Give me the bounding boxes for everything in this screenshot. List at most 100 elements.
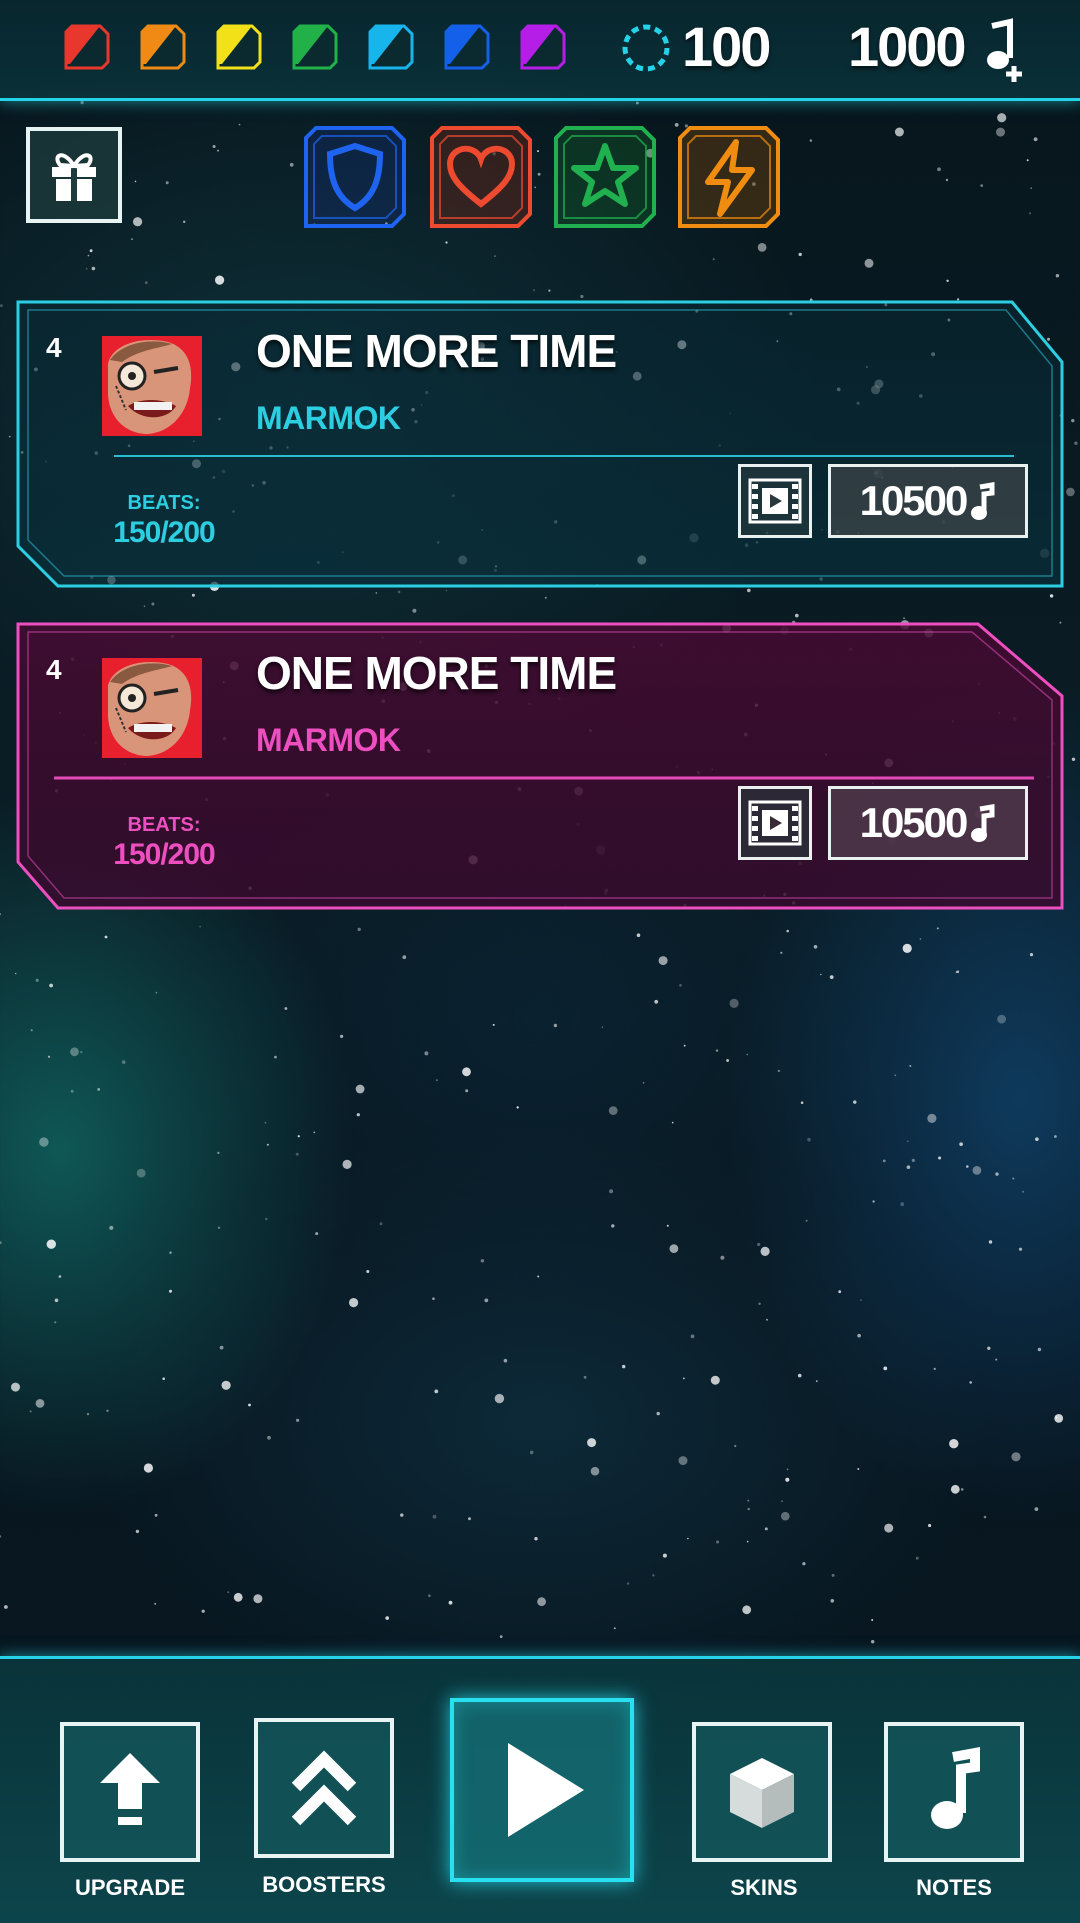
star-dot — [1055, 274, 1060, 278]
star-dot — [805, 1219, 808, 1222]
star-dot — [448, 1600, 453, 1605]
star-dot — [104, 935, 108, 939]
star-dot — [537, 1275, 540, 1278]
star-dot — [690, 1334, 695, 1339]
star-dot — [636, 933, 641, 937]
star-dot — [972, 1166, 982, 1175]
star-dot — [465, 1089, 469, 1093]
star-dot — [997, 1014, 1006, 1024]
music-note-icon — [931, 1747, 980, 1829]
star-dot — [590, 1466, 600, 1476]
star-dot — [1029, 953, 1034, 957]
star-dot — [800, 1101, 804, 1104]
heart-booster[interactable] — [428, 124, 534, 230]
boosters-button[interactable] — [254, 1718, 394, 1858]
notes-button[interactable] — [884, 1722, 1024, 1862]
watch-video-button[interactable] — [738, 786, 812, 860]
star-dot — [729, 998, 739, 1009]
red-gem-icon — [64, 24, 110, 70]
star-dot — [902, 943, 912, 954]
star-dot — [956, 970, 960, 973]
song-card[interactable]: 4 ONE MORE TIME MARMOK BEATS: 150/200 10… — [14, 298, 1066, 592]
energy-counter: 100 — [682, 15, 771, 78]
star-dot — [798, 252, 802, 257]
star-dot — [484, 1298, 489, 1303]
blue-gem-icon — [444, 24, 490, 70]
star-dot — [49, 983, 53, 988]
star-dot — [340, 1034, 344, 1038]
star-dot — [534, 1537, 538, 1541]
star-dot — [30, 1029, 33, 1032]
star-dot — [746, 1540, 749, 1543]
star-dot — [906, 1165, 911, 1169]
upgrade-label: UPGRADE — [74, 1875, 185, 1900]
star-dot — [468, 1517, 471, 1521]
star-dot — [1054, 1135, 1057, 1138]
star-dot — [757, 1242, 761, 1247]
star-dot — [342, 1159, 352, 1169]
star-dot — [786, 1468, 789, 1471]
star-dot — [746, 1053, 748, 1056]
star-dot — [626, 1582, 630, 1585]
cyan-gem-icon — [368, 24, 414, 70]
upgrade-button[interactable] — [60, 1722, 200, 1862]
star-dot — [199, 925, 202, 928]
star-dot — [882, 1159, 886, 1163]
star-dot — [900, 1202, 905, 1207]
star-dot — [716, 1540, 720, 1544]
star-dot — [654, 999, 659, 1004]
star-dot — [857, 1468, 860, 1470]
star-dot — [432, 1297, 435, 1300]
watch-video-button[interactable] — [738, 464, 812, 538]
star-booster[interactable] — [552, 124, 658, 230]
star-dot — [191, 593, 195, 597]
star-dot — [297, 1135, 300, 1138]
star-dot — [894, 127, 904, 137]
star-dot — [217, 1151, 220, 1154]
star-dot — [884, 1523, 894, 1533]
song-artist: MARMOK — [256, 400, 401, 436]
add-notes-icon[interactable] — [976, 18, 1024, 82]
upgrade-arrow-icon — [100, 1753, 160, 1825]
star-dot — [0, 304, 3, 307]
lightning-booster[interactable] — [676, 124, 782, 230]
shield-booster[interactable] — [302, 124, 408, 230]
star-dot — [29, 1410, 32, 1413]
star-dot — [1035, 1137, 1039, 1141]
play-icon — [508, 1743, 584, 1837]
star-dot — [911, 1158, 915, 1162]
star-dot — [642, 1082, 645, 1084]
star-dot — [14, 972, 17, 975]
energy-ring-icon — [622, 24, 670, 72]
star-dot — [871, 1619, 874, 1621]
star-dot — [264, 1121, 267, 1124]
star-dot — [995, 1358, 998, 1361]
buy-song-button[interactable]: 10500 — [828, 786, 1028, 860]
star-dot — [462, 1067, 471, 1077]
star-dot — [786, 929, 789, 933]
play-button[interactable] — [450, 1698, 634, 1882]
star-dot — [780, 951, 783, 954]
star-dot — [89, 249, 93, 253]
star-dot — [85, 267, 88, 270]
star-dot — [35, 978, 39, 982]
gift-icon — [52, 153, 96, 201]
star-dot — [813, 945, 818, 949]
star-dot — [295, 1152, 299, 1156]
skins-button[interactable] — [692, 1722, 832, 1862]
star-dot — [296, 1418, 300, 1422]
song-card-selected[interactable]: 4 ONE MORE TIME MARMOK BEATS: 150/200 10… — [14, 620, 1066, 914]
star-dot — [434, 1389, 439, 1394]
star-dot — [357, 927, 361, 932]
star-dot — [662, 1553, 667, 1558]
song-artist: MARMOK — [256, 722, 401, 758]
star-dot — [135, 1529, 140, 1534]
star-dot — [1030, 187, 1033, 190]
star-dot — [47, 1055, 51, 1058]
gift-button[interactable] — [26, 127, 122, 223]
star-dot — [1012, 1177, 1015, 1180]
star-dot — [758, 1302, 761, 1306]
star-dot — [609, 1189, 614, 1194]
boosters-label: BOOSTERS — [262, 1872, 386, 1897]
buy-song-button[interactable]: 10500 — [828, 464, 1028, 538]
